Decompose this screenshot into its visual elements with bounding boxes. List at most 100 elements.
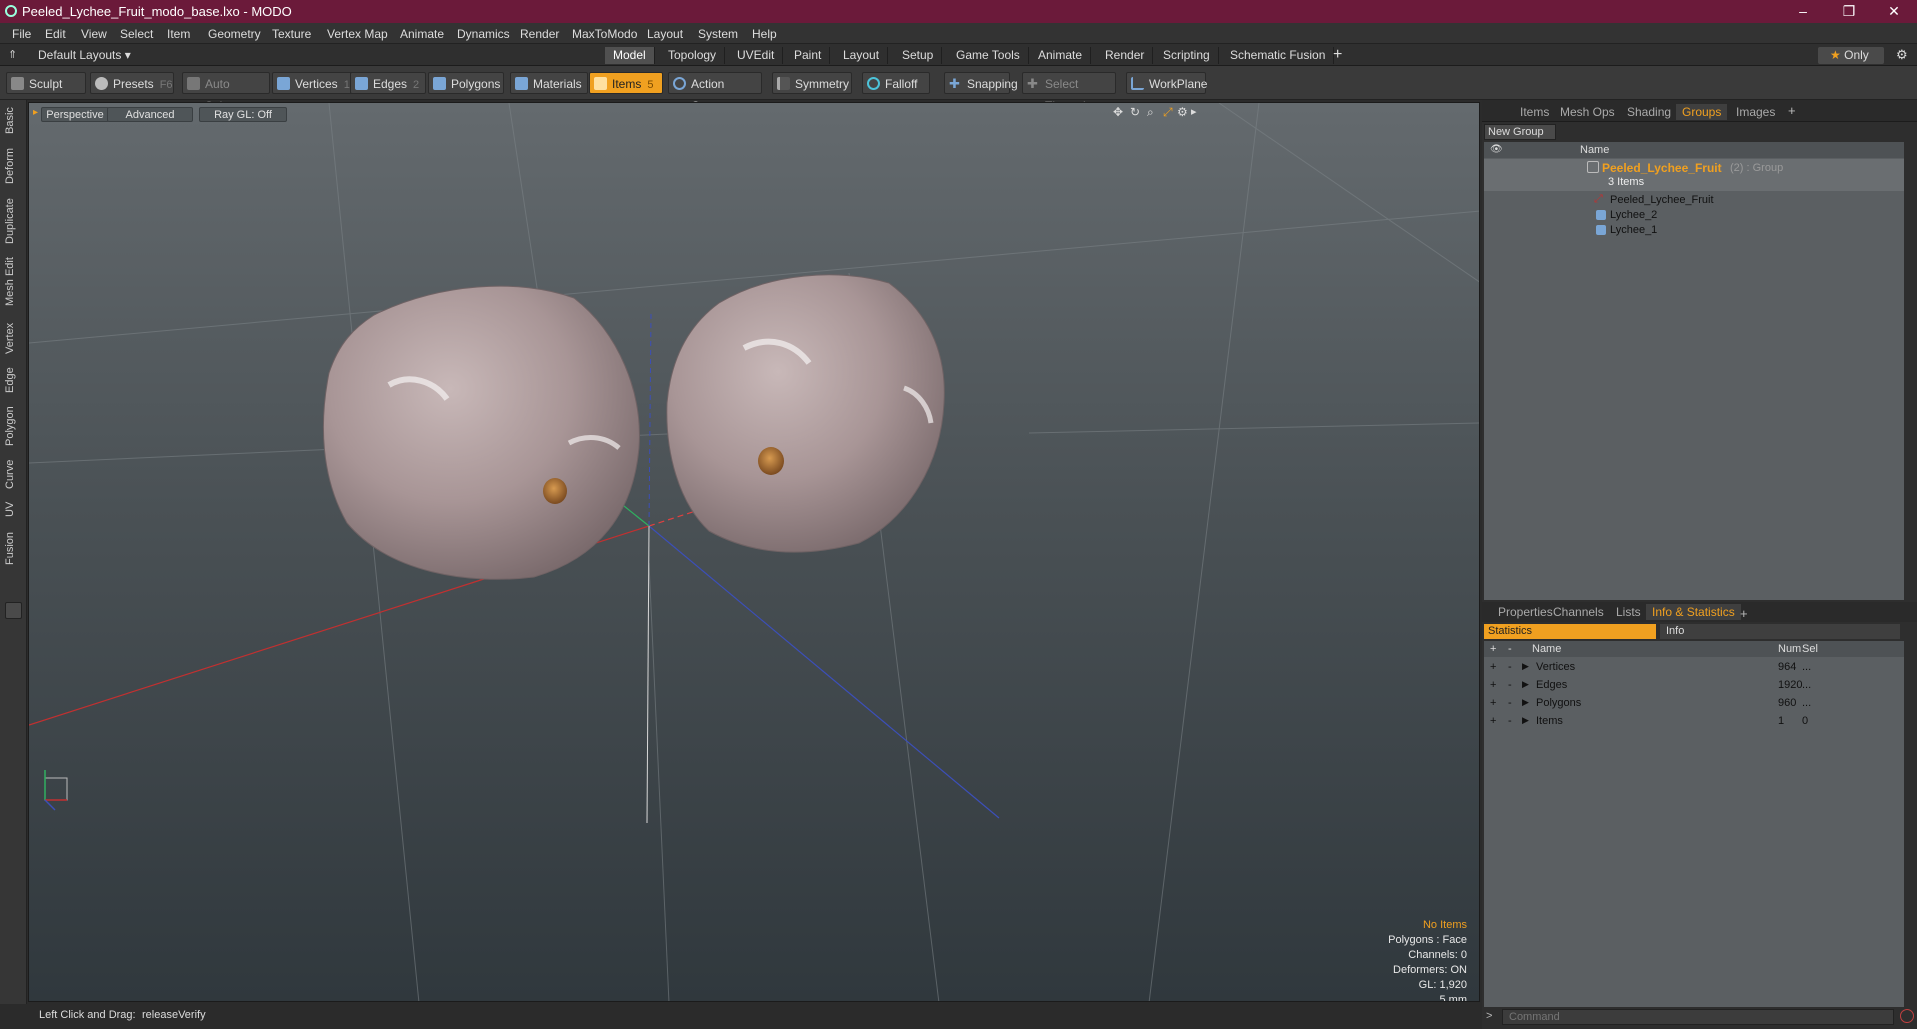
tab-info-statistics[interactable]: Info & Statistics [1646,604,1741,620]
menu-maxtomodo[interactable]: MaxToModo [572,27,637,41]
group-child-row[interactable]: Lychee_2 [1484,207,1904,223]
collapse-icon[interactable]: - [1508,715,1512,727]
menu-help[interactable]: Help [752,27,777,41]
tab-groups[interactable]: Groups [1676,104,1728,120]
symmetry-button[interactable]: Symmetry [772,72,852,94]
tab-channels[interactable]: Channels [1547,604,1610,620]
group-child-row[interactable]: Lychee_1 [1484,222,1904,238]
menu-dynamics[interactable]: Dynamics [457,27,510,41]
vertices-button[interactable]: Vertices 1 [272,72,352,94]
menu-edit[interactable]: Edit [45,27,66,41]
group-child-row[interactable]: ⤢ Peeled_Lychee_Fruit [1484,192,1904,208]
collapse-icon[interactable]: - [1508,661,1512,673]
add-tab-button[interactable]: + [1333,46,1342,64]
tab-animate[interactable]: Animate [1030,47,1092,64]
expand-icon[interactable]: + [1490,679,1496,691]
expand-icon[interactable]: + [1490,697,1496,709]
viewport-menu-arrow-icon[interactable]: ▸ [33,107,38,118]
tab-images[interactable]: Images [1730,104,1781,120]
pan-icon[interactable]: ✥ [1113,105,1123,119]
new-group-button[interactable]: New Group [1484,124,1556,140]
tab-schematic-fusion[interactable]: Schematic Fusion [1222,47,1335,64]
statistics-subtab[interactable]: Statistics [1484,624,1656,639]
vtab-vertex[interactable]: Vertex [4,318,22,358]
triangle-right-icon[interactable]: ▶ [1522,715,1529,726]
stat-row-vertices[interactable]: + - ▶ Vertices 964 ... [1484,659,1904,677]
menu-select[interactable]: Select [120,27,153,41]
snapping-button[interactable]: ✚ Snapping [944,72,1018,94]
tab-shading[interactable]: Shading [1621,104,1677,120]
vtab-edge[interactable]: Edge [4,364,22,396]
vtab-deform[interactable]: Deform [4,144,22,188]
vtab-polygon[interactable]: Polygon [4,402,22,450]
fit-view-icon[interactable]: ⤢ [1163,105,1173,120]
layout-up-icon[interactable]: ⇑ [8,48,17,61]
vtab-basic[interactable]: Basic [4,104,22,138]
viewport-expand-icon[interactable]: ▸ [1191,105,1197,118]
raygl-button[interactable]: Ray GL: Off [199,107,287,122]
triangle-right-icon[interactable]: ▶ [1522,679,1529,690]
items-button[interactable]: Items 5 [589,72,663,94]
sculpt-button[interactable]: Sculpt [6,72,86,94]
vtab-fusion[interactable]: Fusion [4,528,22,568]
expand-icon[interactable]: + [1490,661,1496,673]
viewport-settings-icon[interactable]: ⚙ [1177,105,1188,119]
lychee-1[interactable] [322,285,640,580]
expand-all-icon[interactable]: + [1490,643,1496,655]
stat-row-items[interactable]: + - ▶ Items 1 0 [1484,713,1904,731]
menu-item[interactable]: Item [167,27,190,41]
menu-layout[interactable]: Layout [647,27,683,41]
menu-system[interactable]: System [698,27,738,41]
tab-lists[interactable]: Lists [1610,604,1647,620]
triangle-right-icon[interactable]: ▶ [1522,697,1529,708]
tab-layout[interactable]: Layout [835,47,889,64]
tab-render[interactable]: Render [1097,47,1154,64]
info-subtab[interactable]: Info [1660,624,1900,639]
stat-row-edges[interactable]: + - ▶ Edges 1920 ... [1484,677,1904,695]
add-panel-tab-button[interactable]: + [1788,103,1796,118]
3d-viewport[interactable]: ▸ Perspective Advanced Ray GL: Off ✥ ↻ ⌕… [28,102,1480,1002]
settings-gear-icon[interactable]: ⚙ [1896,47,1908,63]
menu-file[interactable]: File [12,27,31,41]
tab-paint[interactable]: Paint [786,47,831,64]
menu-vertex-map[interactable]: Vertex Map [327,27,388,41]
menu-animate[interactable]: Animate [400,27,444,41]
materials-button[interactable]: Materials [510,72,588,94]
falloff-button[interactable]: Falloff [862,72,930,94]
auto-select-button[interactable]: Auto Select [182,72,270,113]
view-mode-button[interactable]: Perspective [41,107,109,122]
lychee-2[interactable] [666,274,945,553]
triangle-right-icon[interactable]: ▶ [1522,661,1529,672]
edges-button[interactable]: Edges 2 [350,72,426,94]
presets-button[interactable]: Presets F6 [90,72,174,94]
menu-geometry[interactable]: Geometry [208,27,261,41]
collapse-icon[interactable]: - [1508,697,1512,709]
command-record-icon[interactable] [1900,1009,1914,1023]
tab-scripting[interactable]: Scripting [1155,47,1219,64]
collapse-all-icon[interactable]: - [1508,643,1512,655]
maximize-button[interactable]: ❐ [1826,0,1872,23]
stat-row-polygons[interactable]: + - ▶ Polygons 960 ... [1484,695,1904,713]
command-input[interactable] [1502,1009,1894,1025]
menu-texture[interactable]: Texture [272,27,311,41]
toolstrip-expand-button[interactable] [5,602,22,619]
vtab-uv[interactable]: UV [4,498,22,520]
zoom-icon[interactable]: ⌕ [1147,105,1154,120]
menu-view[interactable]: View [81,27,107,41]
visibility-eye-icon[interactable]: 👁 [1490,144,1503,155]
vtab-curve[interactable]: Curve [4,456,22,492]
close-button[interactable]: ✕ [1871,0,1917,23]
menu-render[interactable]: Render [520,27,559,41]
tab-setup[interactable]: Setup [894,47,943,64]
workplane-button[interactable]: WorkPlane [1126,72,1207,94]
only-toggle[interactable]: ★ Only [1818,47,1884,64]
polygons-button[interactable]: Polygons [428,72,504,94]
rotate-icon[interactable]: ↻ [1130,105,1140,119]
minimize-button[interactable]: – [1780,0,1826,23]
expand-icon[interactable]: + [1490,715,1496,727]
tab-items[interactable]: Items [1514,104,1555,120]
tab-topology[interactable]: Topology [660,47,726,64]
group-row[interactable]: Peeled_Lychee_Fruit (2) : Group 3 Items [1484,159,1904,191]
tab-model[interactable]: Model [605,47,655,64]
select-through-button[interactable]: ✚Select Through [1022,72,1116,113]
